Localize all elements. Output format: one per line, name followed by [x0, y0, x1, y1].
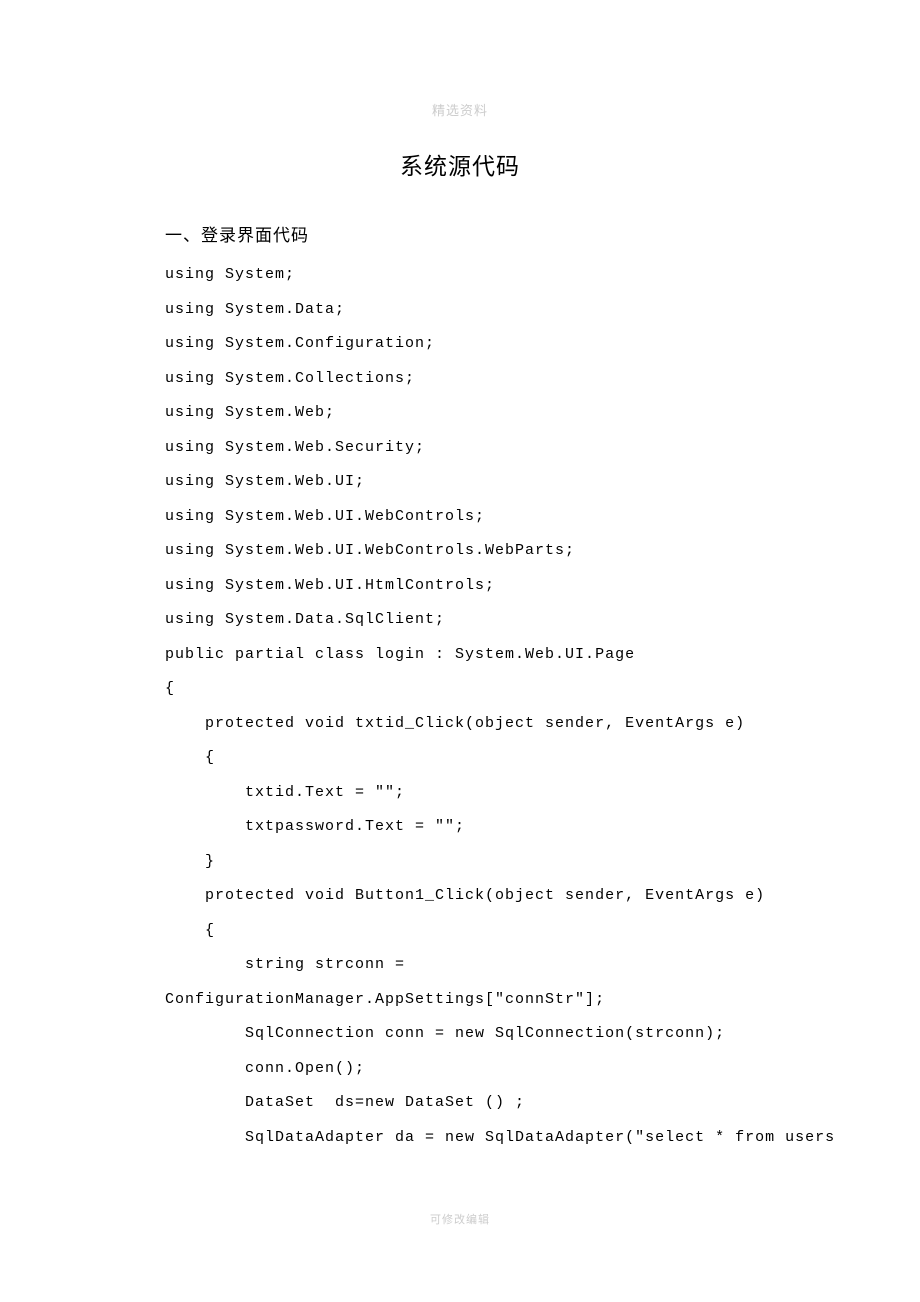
document-title: 系统源代码 [165, 147, 755, 181]
code-line: protected void Button1_Click(object send… [165, 879, 755, 914]
footer-watermark: 可修改编辑 [0, 1211, 920, 1227]
code-line: using System.Web.UI.WebControls; [165, 500, 755, 535]
code-line: } [165, 845, 755, 880]
code-line: SqlConnection conn = new SqlConnection(s… [165, 1017, 755, 1052]
code-line: using System.Data.SqlClient; [165, 603, 755, 638]
code-line: using System.Web.UI.WebControls.WebParts… [165, 534, 755, 569]
code-block: using System; using System.Data; using S… [165, 258, 755, 1155]
code-line: ConfigurationManager.AppSettings["connSt… [165, 983, 755, 1018]
code-line: using System.Web.Security; [165, 431, 755, 466]
header-watermark: 精选资料 [165, 100, 755, 119]
code-line: DataSet ds=new DataSet () ; [165, 1086, 755, 1121]
code-line: public partial class login : System.Web.… [165, 638, 755, 673]
code-line: txtid.Text = ""; [165, 776, 755, 811]
code-line: using System.Web.UI.HtmlControls; [165, 569, 755, 604]
code-line: { [165, 741, 755, 776]
code-line: using System.Data; [165, 293, 755, 328]
code-line: conn.Open(); [165, 1052, 755, 1087]
code-line: string strconn = [165, 948, 755, 983]
code-line: { [165, 914, 755, 949]
code-line: using System.Configuration; [165, 327, 755, 362]
code-line: { [165, 672, 755, 707]
code-line: using System.Web; [165, 396, 755, 431]
code-line: using System; [165, 258, 755, 293]
code-line: protected void txtid_Click(object sender… [165, 707, 755, 742]
section-heading: 一、登录界面代码 [165, 221, 755, 246]
code-line: txtpassword.Text = ""; [165, 810, 755, 845]
code-line: using System.Web.UI; [165, 465, 755, 500]
code-line: SqlDataAdapter da = new SqlDataAdapter("… [165, 1121, 755, 1156]
code-line: using System.Collections; [165, 362, 755, 397]
